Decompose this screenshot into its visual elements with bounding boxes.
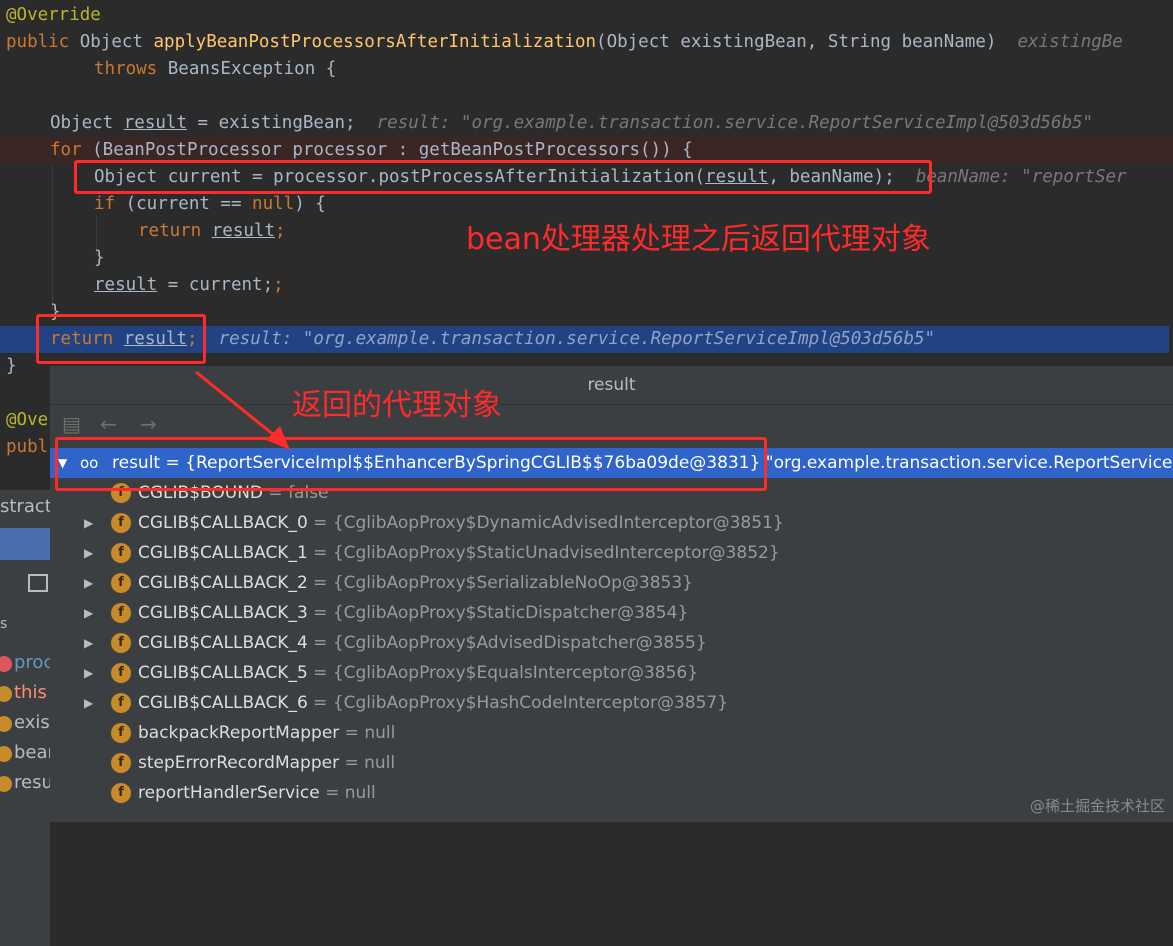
annotation-arrow — [195, 370, 290, 450]
watermark: @稀土掘金技术社区 — [1029, 797, 1165, 815]
